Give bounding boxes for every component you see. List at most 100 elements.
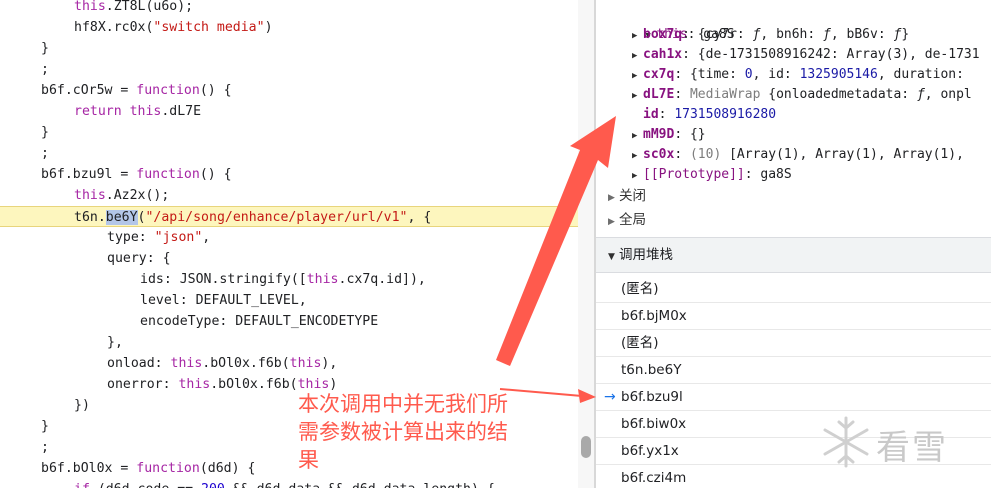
scope-value: MediaWrap <box>689 87 769 102</box>
collapsed-triangle-icon[interactable]: ▶ <box>608 211 619 233</box>
code-line[interactable]: type: "json", <box>0 227 580 248</box>
code-token: function <box>136 167 200 182</box>
code-line[interactable]: if (d6d.code == 200 && d6d.data && d6d.d… <box>0 479 580 488</box>
code-token: this <box>74 0 106 14</box>
code-line[interactable]: encodeType: DEFAULT_ENCODETYPE <box>0 311 580 332</box>
colon: : <box>744 167 761 182</box>
collapsed-triangle-icon[interactable]: ▶ <box>632 46 643 66</box>
editor-scrollbar-thumb[interactable] <box>581 436 591 458</box>
code-token: t6n. <box>74 210 106 225</box>
code-token: .Az2x(); <box>105 188 170 203</box>
code-token: ) <box>264 20 273 35</box>
code-text: }) <box>74 395 90 416</box>
closure-label: 关闭 <box>619 188 646 204</box>
code-line[interactable]: onload: this.bOl0x.f6b(this), <box>0 353 580 374</box>
code-line-current[interactable]: t6n.be6Y("/api/song/enhance/player/url/v… <box>0 206 580 227</box>
code-line[interactable]: this.Az2x(); <box>0 185 580 206</box>
scope-row-box7q[interactable]: ▶ box7q: {cy7r: ƒ, bn6h: ƒ, bB6v: ƒ} <box>632 25 909 45</box>
scope-value: {onloadedmetadata: <box>768 87 917 102</box>
colon: : <box>674 127 690 142</box>
code-text: b6f.bOl0x = function(d6d) { <box>41 458 255 479</box>
code-token: hf8X.rc0x( <box>74 20 154 35</box>
code-token: .dL7E <box>161 104 202 119</box>
scope-value: ƒ <box>916 87 925 102</box>
scope-value: {} <box>689 127 706 142</box>
closure-section-header[interactable]: ▶ 关闭 <box>596 185 646 207</box>
collapsed-triangle-icon[interactable]: ▶ <box>608 187 619 209</box>
code-token: () { <box>199 83 232 98</box>
code-token: encodeType: DEFAULT_ENCODETYPE <box>140 314 379 329</box>
call-stack-header[interactable]: ▼ 调用堆栈 <box>596 237 991 273</box>
code-line[interactable]: b6f.cOr5w = function() { <box>0 80 580 101</box>
global-label: 全局 <box>619 212 646 228</box>
code-line[interactable]: } <box>0 38 580 59</box>
collapsed-triangle-icon[interactable]: ▶ <box>632 146 643 166</box>
call-stack-label: 调用堆栈 <box>619 247 673 263</box>
scope-row-mm9d[interactable]: ▶ mM9D: {} <box>632 125 706 145</box>
code-line[interactable]: ; <box>0 59 580 80</box>
code-line[interactable]: ids: JSON.stringify([this.cx7q.id]), <box>0 269 580 290</box>
code-text: } <box>41 122 49 143</box>
code-token: function <box>136 83 200 98</box>
collapsed-triangle-icon[interactable]: ▶ <box>632 166 643 186</box>
code-line[interactable]: level: DEFAULT_LEVEL, <box>0 290 580 311</box>
scope-value: ga8S <box>760 167 792 182</box>
code-token: ids: JSON.stringify([ <box>140 272 307 287</box>
scope-key: box7q <box>643 27 683 42</box>
code-text: query: { <box>107 248 171 269</box>
scope-key: mM9D <box>643 127 675 142</box>
code-token: level: DEFAULT_LEVEL, <box>140 293 307 308</box>
call-stack-frame[interactable]: (匿名) <box>596 330 991 357</box>
scope-value: {time: <box>689 67 745 82</box>
code-text: ; <box>41 437 49 458</box>
collapsed-triangle-icon[interactable]: ▶ <box>632 66 643 86</box>
scope-row-prototype[interactable]: ▶ [[Prototype]]: ga8S <box>632 165 792 185</box>
expanded-triangle-icon[interactable]: ▼ <box>608 240 619 274</box>
scope-this-row[interactable]: ▼ this: ga8S <box>614 5 734 42</box>
code-text: } <box>41 416 49 437</box>
code-line[interactable]: hf8X.rc0x("switch media") <box>0 17 580 38</box>
code-text: ; <box>41 143 49 164</box>
call-stack-frame-label: (匿名) <box>621 281 659 297</box>
scope-row-cx7q[interactable]: ▶ cx7q: {time: 0, id: 1325905146, duratio… <box>632 65 972 85</box>
code-token: .cx7q.id]), <box>338 272 426 287</box>
code-token: function <box>136 461 200 476</box>
scope-row-id[interactable]: id: 1731508916280 <box>632 105 776 125</box>
call-stack-frame[interactable]: (匿名) <box>596 276 991 303</box>
collapsed-triangle-icon[interactable]: ▶ <box>632 126 643 146</box>
code-token: type: <box>107 230 155 245</box>
collapsed-triangle-icon[interactable]: ▶ <box>632 26 643 46</box>
code-token: ; <box>41 440 49 455</box>
code-line[interactable]: } <box>0 122 580 143</box>
code-line[interactable]: return this.dL7E <box>0 101 580 122</box>
code-text: }, <box>107 332 123 353</box>
colon: : <box>674 87 690 102</box>
code-text: ; <box>41 59 49 80</box>
code-line[interactable]: this.ZT8L(u6o); <box>0 0 580 17</box>
scope-row-cah1x[interactable]: ▶ cah1x: {de-1731508916242: Array(3), de-… <box>632 45 980 65</box>
call-stack-frame-label: b6f.bjM0x <box>621 308 687 324</box>
annotation-text: 本次调用中并无我们所需参数被计算出来的结果 <box>298 392 508 472</box>
code-line[interactable]: b6f.bzu9l = function() { <box>0 164 580 185</box>
code-token: 200 <box>201 482 225 488</box>
call-stack-frame[interactable]: → b6f.bzu9l <box>596 384 991 411</box>
scope-value: 1731508916280 <box>674 107 777 122</box>
collapsed-triangle-icon[interactable]: ▶ <box>632 86 643 106</box>
code-token: this <box>306 272 339 287</box>
code-line[interactable]: query: { <box>0 248 580 269</box>
global-section-header[interactable]: ▶ 全局 <box>596 209 646 231</box>
code-token: "json" <box>154 230 203 245</box>
colon: : <box>658 107 675 122</box>
call-stack-frame[interactable]: b6f.bjM0x <box>596 303 991 330</box>
code-line[interactable]: ; <box>0 143 580 164</box>
editor-scrollbar-track[interactable] <box>578 0 594 488</box>
code-token: (d6d.code == <box>90 482 201 488</box>
code-token: () { <box>199 167 232 182</box>
code-token: (d6d) { <box>199 461 256 476</box>
scope-row-sc0x[interactable]: ▶ sc0x: (10) [Array(1), Array(1), Array(1… <box>632 145 972 165</box>
scope-row-dl7e[interactable]: ▶ dL7E: MediaWrap {onloadedmetadata: ƒ, o… <box>632 85 972 105</box>
code-token: .ZT8L(u6o); <box>105 0 194 14</box>
call-stack-frame[interactable]: t6n.be6Y <box>596 357 991 384</box>
code-line[interactable]: }, <box>0 332 580 353</box>
